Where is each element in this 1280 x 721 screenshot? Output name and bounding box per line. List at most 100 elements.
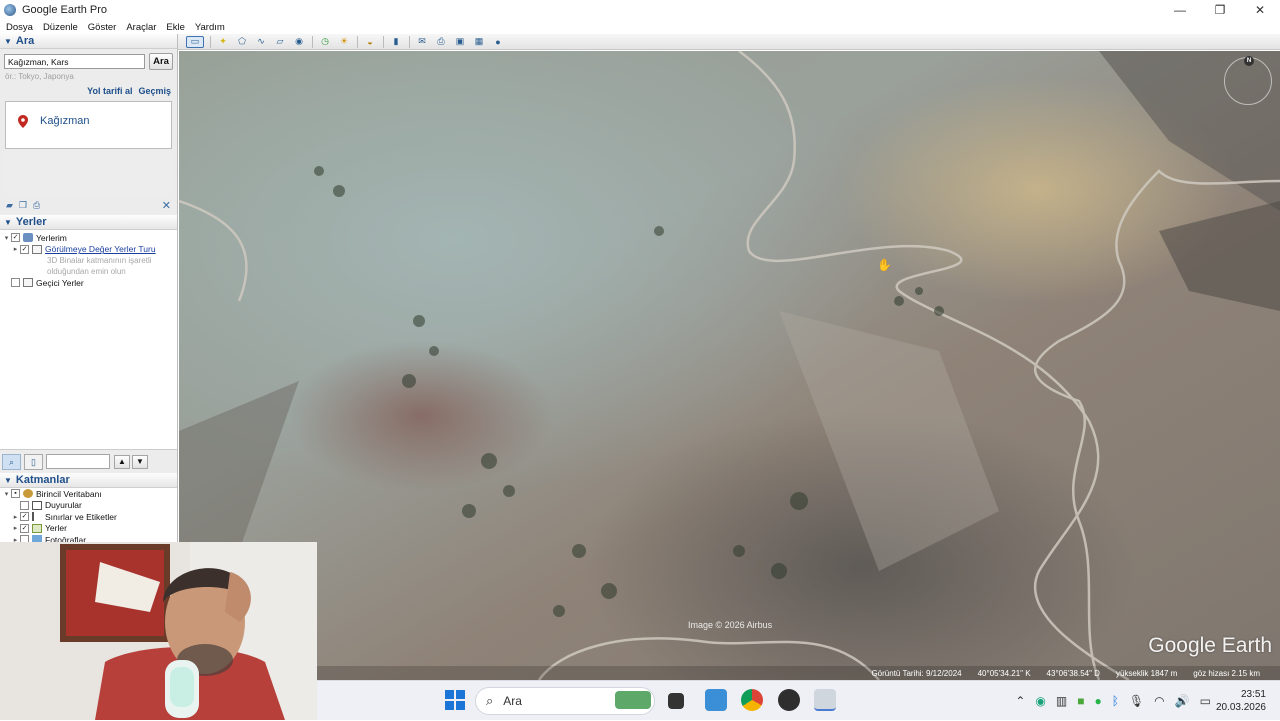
- google-earth-taskbar-icon[interactable]: [814, 689, 836, 711]
- folder-icon[interactable]: ▰: [6, 200, 13, 211]
- menu-goster[interactable]: Göster: [88, 22, 117, 33]
- layer-label: Duyurular: [45, 500, 82, 511]
- windows-start-icon[interactable]: [444, 689, 466, 711]
- performance-icon[interactable]: ▥: [1056, 694, 1067, 708]
- battery-icon[interactable]: ▭: [1200, 694, 1211, 708]
- collapse-triangle-icon[interactable]: ▼: [4, 476, 12, 485]
- sidebar-toggle-icon[interactable]: ▭: [186, 35, 204, 48]
- expand-icon[interactable]: ▸: [11, 524, 20, 532]
- system-clock[interactable]: 23:51 20.03.2026: [1216, 688, 1266, 714]
- panel-view-icon[interactable]: ▯: [24, 453, 43, 470]
- search-button[interactable]: Ara: [149, 53, 173, 70]
- navigation-compass[interactable]: N: [1224, 56, 1272, 105]
- expand-icon[interactable]: ▾: [2, 490, 11, 498]
- overlay-icon[interactable]: ▱: [273, 36, 287, 48]
- expand-icon[interactable]: ▸: [11, 245, 20, 253]
- print-icon[interactable]: ⎙: [434, 36, 448, 48]
- sunlight-icon[interactable]: ☀: [337, 36, 351, 48]
- checkbox[interactable]: ✓: [20, 512, 29, 522]
- photos-app-icon[interactable]: [705, 689, 727, 711]
- places-panel-header[interactable]: ▼ Yerler: [0, 215, 177, 230]
- microphone-icon[interactable]: 🎙: [1129, 694, 1144, 708]
- chevron-up-icon[interactable]: ⌃: [1015, 694, 1025, 708]
- directions-link[interactable]: Yol tarifi al: [87, 86, 132, 96]
- collapse-triangle-icon[interactable]: ▼: [4, 37, 12, 46]
- move-down-button[interactable]: ▼: [132, 454, 148, 469]
- email-icon[interactable]: ✉: [415, 36, 429, 48]
- layers-panel-title: Katmanlar: [15, 474, 70, 486]
- my-places-label: Yerlerim: [36, 232, 67, 243]
- history-link[interactable]: Geçmiş: [138, 86, 171, 96]
- placemark-icon[interactable]: ✦: [216, 36, 230, 48]
- layer-label: Birincil Veritabanı: [36, 488, 102, 499]
- tree-item-temp-places[interactable]: Geçici Yerler: [2, 277, 177, 289]
- layer-announcements[interactable]: Duyurular: [0, 500, 177, 512]
- layer-borders[interactable]: ▸ ✓ Sınırlar ve Etiketler: [0, 511, 177, 523]
- tree-item-tour[interactable]: ▸ ✓ Görülmeye Değer Yerler Turu: [2, 244, 177, 256]
- menu-dosya[interactable]: Dosya: [6, 22, 33, 33]
- checkbox[interactable]: [20, 500, 29, 510]
- checkbox[interactable]: [11, 278, 20, 288]
- planet-switch-icon[interactable]: ◒: [363, 36, 377, 48]
- clock-date: 20.03.2026: [1215, 702, 1266, 713]
- checkbox[interactable]: ▪: [11, 489, 20, 499]
- map-view-icon[interactable]: ▦: [472, 36, 486, 48]
- layer-primary-db[interactable]: ▾ ▪ Birincil Veritabanı: [0, 488, 177, 500]
- search-panel-header[interactable]: ▼ Ara: [0, 34, 177, 49]
- webcam-overlay: [0, 542, 317, 720]
- menu-araclar[interactable]: Araçlar: [126, 22, 156, 33]
- layer-places[interactable]: ▸ ✓ Yerler: [0, 523, 177, 535]
- map-view[interactable]: N ✋ Image © 2026 Airbus Google Earth Gör…: [179, 51, 1280, 680]
- imagery-date: Görüntü Tarihi: 9/12/2024: [871, 668, 962, 678]
- print-small-icon[interactable]: ⎙: [33, 200, 40, 211]
- menu-duzenle[interactable]: Düzenle: [43, 22, 78, 33]
- tray-app-icon[interactable]: ◉: [1035, 694, 1045, 708]
- wifi-icon[interactable]: ◠: [1154, 694, 1164, 708]
- chrome-icon[interactable]: [741, 689, 763, 711]
- clear-search-icon[interactable]: ✕: [162, 199, 171, 212]
- tour-description: 3D Binalar katmanının işaretli: [47, 256, 152, 265]
- nvidia-icon[interactable]: ■: [1077, 694, 1084, 708]
- menu-yardim[interactable]: Yardım: [195, 22, 225, 33]
- result-item-kagizman[interactable]: Kağızman: [40, 115, 90, 127]
- whatsapp-icon[interactable]: ●: [1094, 694, 1101, 708]
- layers-panel-header[interactable]: ▼ Katmanlar: [0, 473, 177, 488]
- bluetooth-icon[interactable]: ᛒ: [1112, 694, 1119, 708]
- results-padding: [5, 149, 172, 195]
- search-places-icon[interactable]: ⌕: [2, 453, 21, 470]
- path-icon[interactable]: ∿: [254, 36, 268, 48]
- folder-icon: [23, 278, 33, 288]
- google-maps-icon[interactable]: ●: [491, 36, 505, 48]
- toolbar-separator: [210, 35, 211, 48]
- maximize-button[interactable]: ❐: [1200, 0, 1240, 20]
- close-button[interactable]: ✕: [1240, 0, 1280, 20]
- record-tour-icon[interactable]: ◉: [292, 36, 306, 48]
- places-search-input[interactable]: [46, 454, 110, 469]
- task-view-icon[interactable]: [668, 693, 684, 709]
- menu-ekle[interactable]: Ekle: [166, 22, 184, 33]
- checkbox[interactable]: ✓: [11, 233, 20, 243]
- compass-north-icon[interactable]: N: [1244, 56, 1254, 66]
- places-tree: ▾ ✓ Yerlerim ▸ ✓ Görülmeye Değer Yerler …: [0, 230, 177, 449]
- hand-cursor-icon: ✋: [877, 258, 892, 272]
- expand-icon[interactable]: ▸: [11, 513, 20, 521]
- tree-item-my-places[interactable]: ▾ ✓ Yerlerim: [2, 232, 177, 244]
- widgets-icon[interactable]: [615, 691, 651, 709]
- minimize-button[interactable]: —: [1160, 0, 1200, 20]
- location-pin-icon: [18, 115, 28, 128]
- search-input[interactable]: [4, 54, 145, 69]
- polygon-icon[interactable]: ⬠: [235, 36, 249, 48]
- historical-imagery-icon[interactable]: ◷: [318, 36, 332, 48]
- obs-icon[interactable]: [778, 689, 800, 711]
- save-image-icon[interactable]: ▣: [453, 36, 467, 48]
- tour-link[interactable]: Görülmeye Değer Yerler Turu: [45, 244, 156, 254]
- collapse-triangle-icon[interactable]: ▼: [4, 218, 12, 227]
- volume-icon[interactable]: 🔊: [1175, 694, 1190, 708]
- expand-icon[interactable]: ▾: [2, 234, 11, 242]
- checkbox[interactable]: ✓: [20, 523, 29, 533]
- map-status-bar: Görüntü Tarihi: 9/12/2024 40°05'34.21" K…: [179, 666, 1280, 680]
- ruler-icon[interactable]: ▮: [389, 36, 403, 48]
- checkbox[interactable]: ✓: [20, 244, 29, 254]
- copy-icon[interactable]: ❐: [19, 200, 27, 211]
- move-up-button[interactable]: ▲: [114, 454, 130, 469]
